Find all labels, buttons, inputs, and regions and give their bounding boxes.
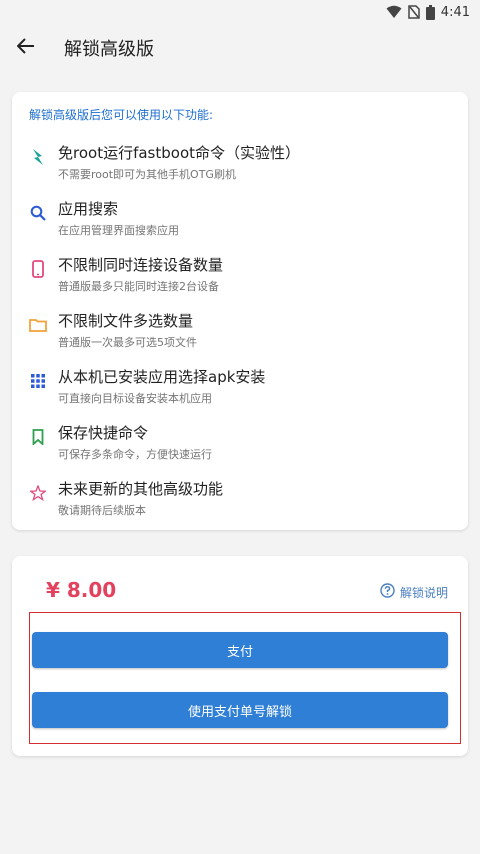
grid-icon bbox=[29, 372, 47, 390]
wifi-icon bbox=[386, 5, 402, 19]
feature-desc: 普通版一次最多可选5项文件 bbox=[58, 336, 197, 349]
feature-item-app-search: 应用搜索 在应用管理界面搜索应用 bbox=[12, 198, 468, 248]
feature-title: 应用搜索 bbox=[58, 200, 119, 218]
feature-desc: 敬请期待后续版本 bbox=[58, 504, 146, 517]
feature-title: 从本机已安装应用选择apk安装 bbox=[58, 368, 266, 386]
feature-title: 不限制同时连接设备数量 bbox=[58, 256, 224, 274]
feature-desc: 可保存多条命令，方便快速运行 bbox=[58, 448, 212, 461]
arrow-back-icon bbox=[16, 38, 35, 58]
page-title: 解锁高级版 bbox=[64, 39, 154, 60]
help-circle-icon bbox=[380, 583, 395, 601]
status-time: 4:41 bbox=[440, 4, 470, 20]
feature-title: 保存快捷命令 bbox=[58, 424, 149, 442]
unlock-help-link[interactable]: 解锁说明 bbox=[380, 583, 448, 601]
app-bar: 解锁高级版 bbox=[0, 24, 480, 72]
feature-item-future: 未来更新的其他高级功能 敬请期待后续版本 bbox=[12, 478, 468, 528]
price-label: ¥ 8.00 bbox=[46, 578, 117, 602]
feature-item-devices: 不限制同时连接设备数量 普通版最多只能同时连接2台设备 bbox=[12, 254, 468, 304]
feature-title: 未来更新的其他高级功能 bbox=[58, 480, 224, 498]
phone-icon bbox=[29, 260, 47, 278]
bookmark-icon bbox=[29, 428, 47, 446]
feature-item-multi-select: 不限制文件多选数量 普通版一次最多可选5项文件 bbox=[12, 310, 468, 360]
pay-button[interactable]: 支付 bbox=[32, 632, 448, 668]
features-header: 解锁高级版后您可以使用以下功能: bbox=[29, 108, 214, 122]
help-link-label: 解锁说明 bbox=[399, 585, 448, 600]
status-bar: 4:41 bbox=[0, 0, 480, 24]
feature-item-install-apk: 从本机已安装应用选择apk安装 可直接向目标设备安装本机应用 bbox=[12, 366, 468, 416]
feature-title: 免root运行fastboot命令（实验性） bbox=[58, 144, 301, 162]
unlock-with-order-button[interactable]: 使用支付单号解锁 bbox=[32, 692, 448, 728]
features-card: 解锁高级版后您可以使用以下功能: 免root运行fastboot命令（实验性） … bbox=[12, 92, 468, 530]
battery-icon bbox=[425, 4, 435, 20]
star-icon bbox=[29, 484, 47, 502]
lightning-icon bbox=[29, 148, 47, 166]
back-button[interactable] bbox=[2, 24, 50, 72]
feature-desc: 普通版最多只能同时连接2台设备 bbox=[58, 280, 219, 293]
feature-item-fastboot: 免root运行fastboot命令（实验性） 不需要root即可为其他手机OTG… bbox=[12, 142, 468, 192]
folder-icon bbox=[29, 316, 47, 334]
feature-item-shortcuts: 保存快捷命令 可保存多条命令，方便快速运行 bbox=[12, 422, 468, 472]
feature-desc: 在应用管理界面搜索应用 bbox=[58, 224, 179, 237]
feature-desc: 可直接向目标设备安装本机应用 bbox=[58, 392, 212, 405]
payment-card: ¥ 8.00 解锁说明 支付 使用支付单号解锁 bbox=[12, 556, 468, 756]
search-icon bbox=[29, 204, 47, 222]
feature-title: 不限制文件多选数量 bbox=[58, 312, 194, 330]
sim-icon bbox=[408, 5, 420, 19]
feature-desc: 不需要root即可为其他手机OTG刷机 bbox=[58, 168, 236, 181]
